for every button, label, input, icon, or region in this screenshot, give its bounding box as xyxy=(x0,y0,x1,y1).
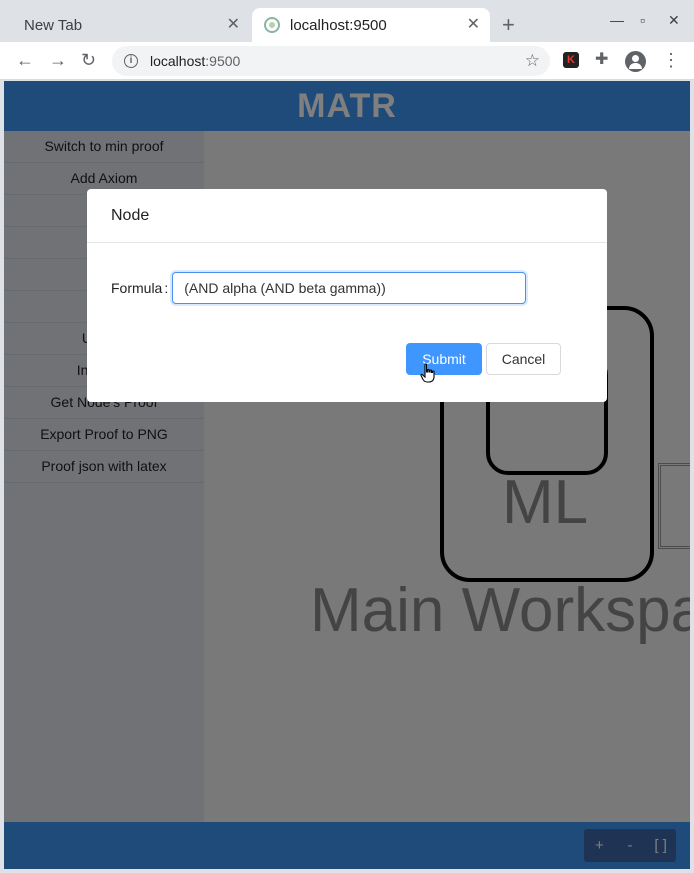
tab-label: New Tab xyxy=(24,16,83,34)
formula-form-row: Formula: xyxy=(111,272,527,304)
url-port: :9500 xyxy=(205,53,241,69)
browser-toolbar: ← → ↻ i localhost:9500 ☆ K ✚ ⋮ xyxy=(0,42,694,80)
extensions-puzzle-icon[interactable]: ✚ xyxy=(595,52,611,68)
back-icon[interactable]: ← xyxy=(16,50,34,70)
forward-icon[interactable]: → xyxy=(49,50,67,70)
hand-cursor-icon xyxy=(420,363,435,383)
close-tab-icon[interactable]: ✕ xyxy=(467,16,480,34)
app-viewport: MATR Switch to min proof Add Axiom Add A… xyxy=(4,81,690,869)
maximize-icon[interactable]: ▫ xyxy=(640,12,645,28)
tab-localhost[interactable]: localhost:9500 ✕ xyxy=(252,8,490,42)
modal-title: Node xyxy=(87,189,607,243)
formula-label: Formula: xyxy=(111,280,169,296)
new-tab-icon[interactable]: + xyxy=(502,12,515,38)
close-window-icon[interactable]: ✕ xyxy=(668,12,680,29)
bookmark-star-icon[interactable]: ☆ xyxy=(525,51,540,71)
profile-avatar-icon[interactable] xyxy=(625,51,646,72)
address-bar[interactable]: i localhost:9500 ☆ xyxy=(112,46,550,76)
reload-icon[interactable]: ↻ xyxy=(81,50,96,70)
favicon-icon xyxy=(264,17,280,33)
tab-label: localhost:9500 xyxy=(290,16,387,34)
submit-button[interactable]: Submit xyxy=(406,343,482,375)
browser-menu-icon[interactable]: ⋮ xyxy=(662,51,680,69)
url-host: localhost xyxy=(150,53,206,69)
node-modal: Node Formula: Submit Cancel xyxy=(87,189,607,402)
extension-k-icon[interactable]: K xyxy=(563,52,579,68)
close-tab-icon[interactable]: ✕ xyxy=(227,16,240,34)
formula-input[interactable] xyxy=(172,272,527,304)
info-icon[interactable]: i xyxy=(124,54,138,68)
browser-tabstrip: New Tab ✕ localhost:9500 ✕ + — ▫ ✕ xyxy=(0,0,694,42)
minimize-icon[interactable]: — xyxy=(610,12,624,28)
tab-new-tab[interactable]: New Tab ✕ xyxy=(8,8,250,42)
cancel-button[interactable]: Cancel xyxy=(486,343,561,375)
